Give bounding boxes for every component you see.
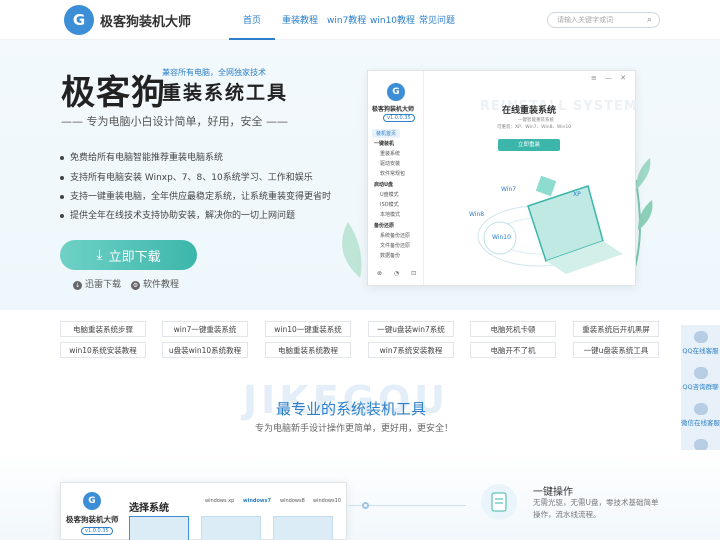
- leaf-decoration-icon: [342, 222, 362, 278]
- article-link[interactable]: win10一键重装系统: [265, 321, 351, 337]
- article-link[interactable]: 一键u盘装win7系统: [368, 321, 454, 337]
- app-name: 极客狗装机大师: [372, 106, 415, 113]
- app-logo-icon: G: [83, 492, 101, 510]
- article-link[interactable]: win7系统安装教程: [368, 342, 454, 358]
- laptop-illustration-icon: [477, 175, 623, 274]
- app-reinstall-button: 立即重装: [498, 139, 560, 151]
- timeline-dot-icon: [362, 502, 369, 509]
- nav-win7-tutorial[interactable]: win7教程: [327, 13, 366, 26]
- search-placeholder: 请输入关键字或词: [557, 16, 613, 24]
- app-menu-item: 重装系统: [380, 151, 401, 157]
- bullet-icon: [60, 175, 64, 180]
- wechat-service-button[interactable]: 微信在线客服: [681, 403, 720, 427]
- article-link[interactable]: 电脑死机卡顿: [470, 321, 556, 337]
- download-icon: ⤓: [96, 247, 103, 263]
- feature-item: 支持所有电脑安装 Winxp、7、8、10系统学习、工作和娱乐: [60, 170, 313, 183]
- download-label: 立即下载: [108, 249, 161, 265]
- article-link[interactable]: u盘装win10系统教程: [162, 342, 248, 358]
- gear-icon: ⚙: [131, 281, 140, 290]
- os-tab: windows10: [313, 498, 341, 504]
- app-menu-item: 驱动安装: [380, 161, 401, 167]
- app-name: 极客狗装机大师: [66, 515, 119, 524]
- logo-icon[interactable]: G: [64, 5, 94, 35]
- app-preview-window: G 极客狗装机大师 v1.0.0.35 装机首页 一键装机 重装系统 驱动安装 …: [367, 70, 637, 286]
- app-version: v1.0.0.35: [383, 114, 415, 122]
- os-card: [201, 516, 261, 540]
- os-tag: Win7: [501, 186, 517, 193]
- section-title: 最专业的系统装机工具: [276, 400, 427, 418]
- search-input[interactable]: 请输入关键字或词 ⌕: [547, 12, 660, 28]
- wechat-icon: [693, 403, 708, 415]
- qq-service-button[interactable]: QQ在线客服: [681, 331, 720, 355]
- bullet-icon: [60, 155, 64, 160]
- app-menu-item: 文件备份还原: [380, 243, 411, 249]
- nav-faq[interactable]: 常见问题: [419, 13, 455, 26]
- qq-group-icon: [693, 367, 708, 379]
- os-tab: windows8: [280, 498, 305, 504]
- nav-home[interactable]: 首页: [243, 13, 261, 26]
- app-title: 在线重装系统: [502, 106, 557, 116]
- app-menu-item: 软件常规包: [380, 171, 406, 177]
- app-version: v1.0.0.35: [81, 527, 113, 535]
- os-card: [129, 516, 189, 540]
- app-desc: 可重装：XP、Win7、Win8、Win10: [497, 125, 572, 130]
- article-link[interactable]: 电脑重装系统步骤: [60, 321, 146, 337]
- app-desc: 一键智能重装系统: [518, 118, 554, 123]
- app-menu-item: 本地模式: [380, 212, 401, 218]
- window-controls-icon: ≡ — ✕: [590, 74, 629, 82]
- os-tag: Win10: [492, 234, 511, 241]
- app-menu-item: ISO模式: [380, 202, 399, 208]
- qq-group-button[interactable]: QQ咨询群聊: [681, 367, 720, 391]
- qq-icon: [693, 331, 708, 343]
- app-menu-item: 一键装机: [374, 141, 395, 147]
- app-menu-item: 备份还原: [374, 223, 395, 229]
- app-menu-item: 启动U盘: [374, 182, 394, 188]
- app-menu-item: 系统备份还原: [380, 233, 411, 239]
- article-link[interactable]: 电脑开不了机: [470, 342, 556, 358]
- feature-item: 支持一键重装电脑，全年供应最稳定系统，让系统重装变得更省时: [60, 189, 331, 202]
- bullet-icon: [60, 213, 64, 218]
- nav-reinstall-tutorial[interactable]: 重装教程: [282, 13, 318, 26]
- app-sidebar: G 极客狗装机大师 v1.0.0.35 装机首页 一键装机 重装系统 驱动安装 …: [368, 71, 424, 285]
- os-tab: windows xp: [205, 498, 235, 504]
- select-system-title: 选择系统: [129, 503, 169, 514]
- os-card: [273, 516, 333, 540]
- app-logo-icon: G: [387, 83, 405, 101]
- feature-item: 免费给所有电脑智能推荐重装电脑系统: [60, 150, 223, 163]
- operation-desc: 无需光驱，无需U盘，零技术基础简单操作，流水线流程。: [533, 498, 659, 519]
- app-menu-item: 装机首页: [372, 129, 401, 138]
- hero-title: 极客狗: [61, 73, 166, 113]
- article-link[interactable]: win10系统安装教程: [60, 342, 146, 358]
- article-link[interactable]: 重装系统后开机黑屏: [573, 321, 659, 337]
- nav-win10-tutorial[interactable]: win10教程: [370, 13, 415, 26]
- article-link[interactable]: 电脑重装系统教程: [265, 342, 351, 358]
- app-preview-window-2: G 极客狗装机大师 v1.0.0.35 选择系统 windows xp wind…: [60, 482, 347, 540]
- bullet-icon: [60, 194, 64, 199]
- software-tutorial-link[interactable]: ⚙ 软件教程: [131, 277, 179, 290]
- app-menu-item: U盘模式: [380, 192, 399, 198]
- article-link[interactable]: 一键u盘装系统工具: [573, 342, 659, 358]
- article-link[interactable]: win7一键重装系统: [162, 321, 248, 337]
- operation-title: 一键操作: [533, 487, 573, 498]
- top-navbar: G 极客狗装机大师 首页 重装教程 win7教程 win10教程 常见问题 请输…: [0, 0, 720, 40]
- download-button[interactable]: ⤓ 立即下载: [60, 240, 197, 270]
- search-icon[interactable]: ⌕: [647, 15, 652, 25]
- document-icon: [481, 484, 517, 520]
- thunder-download-link[interactable]: ↓ 迅雷下载: [73, 277, 121, 290]
- app-bottom-icons: ⊗ ◔ ⊡: [377, 270, 422, 277]
- hero-subtitle: 重装系统工具: [162, 82, 289, 104]
- brand-name[interactable]: 极客狗装机大师: [100, 11, 191, 30]
- hero-slogan: —— 专为电脑小白设计简单，好用，安全 ——: [61, 115, 288, 128]
- section-subtitle: 专为电脑新手设计操作更简单，更好用，更安全！: [255, 424, 454, 434]
- os-tab: windows7: [243, 498, 271, 504]
- feature-item: 提供全年在线技术支持协助安装，解决你的一切上网问题: [60, 208, 295, 221]
- os-tag: XP: [573, 191, 581, 198]
- os-tag: Win8: [469, 211, 485, 218]
- download-small-icon: ↓: [73, 281, 82, 290]
- hero-small-text: 兼容所有电脑，全网独家技术: [162, 68, 266, 77]
- app-menu-item: 数据备份: [380, 253, 401, 259]
